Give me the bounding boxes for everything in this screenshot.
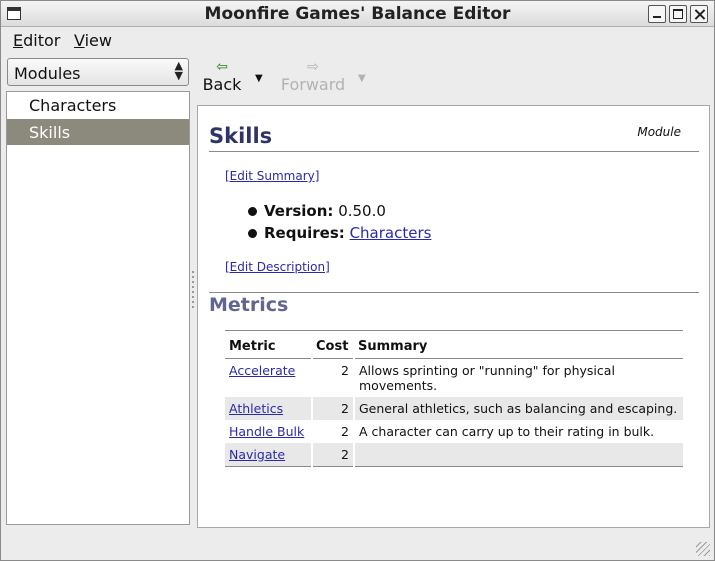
metric-link-athletics[interactable]: Athletics (229, 401, 283, 416)
list-item: Requires: Characters (248, 224, 431, 246)
metric-cost: 2 (311, 420, 354, 443)
title-bar: Moonfire Games' Balance Editor (1, 1, 714, 27)
edit-description-link[interactable]: [Edit Description] (225, 260, 330, 274)
menu-bar: Editor View (1, 28, 714, 52)
column-header-cost: Cost (316, 339, 349, 354)
maximize-button[interactable] (669, 5, 687, 23)
metric-summary: General athletics, such as balancing and… (353, 397, 683, 420)
metric-cost: 2 (311, 443, 354, 467)
section-divider (209, 292, 699, 293)
requires-characters-link[interactable]: Characters (350, 224, 432, 242)
minimize-button[interactable] (648, 5, 666, 23)
title-divider (209, 151, 699, 152)
content-pane: Skills Module [Edit Summary] Version: 0.… (197, 105, 710, 528)
back-arrow-icon: ⇦ (216, 59, 228, 75)
bullet-icon (248, 207, 257, 216)
back-button[interactable]: ⇦ Back (201, 59, 243, 94)
splitter-handle[interactable] (191, 271, 195, 315)
resize-grip[interactable] (696, 542, 710, 556)
metric-cost: 2 (311, 397, 354, 420)
table-row: Athletics 2 General athletics, such as b… (225, 397, 683, 420)
menu-editor[interactable]: Editor (13, 31, 60, 50)
column-header-summary: Summary (358, 339, 428, 354)
metric-summary: Allows sprinting or "running" for physic… (353, 358, 683, 397)
page-type-tag: Module (637, 125, 681, 139)
table-row: Handle Bulk 2 A character can carry up t… (225, 420, 683, 443)
metric-summary: A character can carry up to their rating… (353, 420, 683, 443)
forward-history-dropdown[interactable]: ▼ (358, 73, 366, 84)
window-title: Moonfire Games' Balance Editor (204, 4, 511, 24)
metrics-heading: Metrics (209, 294, 289, 316)
menu-view[interactable]: View (74, 31, 112, 50)
page-title: Skills (209, 124, 273, 148)
modules-select-value: Modules (14, 64, 81, 83)
metric-link-accelerate[interactable]: Accelerate (229, 363, 295, 378)
app-window: Moonfire Games' Balance Editor Editor Vi… (0, 0, 715, 561)
list-item: Version: 0.50.0 (248, 202, 431, 224)
metric-cost: 2 (311, 358, 354, 397)
column-header-metric: Metric (229, 339, 276, 354)
bullet-icon (248, 229, 257, 238)
metrics-table: Metric Cost Summary Accelerate 2 Allows … (225, 330, 683, 467)
forward-arrow-icon: ⇨ (307, 59, 319, 75)
select-arrows-icon: ▲ ▼ (174, 59, 183, 82)
module-item-skills[interactable]: Skills (7, 119, 189, 145)
back-history-dropdown[interactable]: ▼ (255, 73, 263, 84)
module-list: Characters Skills (6, 91, 190, 525)
edit-summary-link[interactable]: [Edit Summary] (225, 169, 319, 183)
modules-select[interactable]: Modules ▲ ▼ (7, 58, 189, 86)
metric-link-handle-bulk[interactable]: Handle Bulk (229, 424, 304, 439)
metric-link-navigate[interactable]: Navigate (229, 447, 285, 462)
summary-list: Version: 0.50.0 Requires: Characters (248, 202, 431, 246)
close-button[interactable] (690, 5, 708, 23)
table-row: Accelerate 2 Allows sprinting or "runnin… (225, 358, 683, 397)
metric-summary (353, 443, 683, 467)
module-item-characters[interactable]: Characters (7, 92, 189, 118)
table-row: Navigate 2 (225, 443, 683, 467)
forward-button[interactable]: ⇨ Forward (278, 59, 348, 94)
